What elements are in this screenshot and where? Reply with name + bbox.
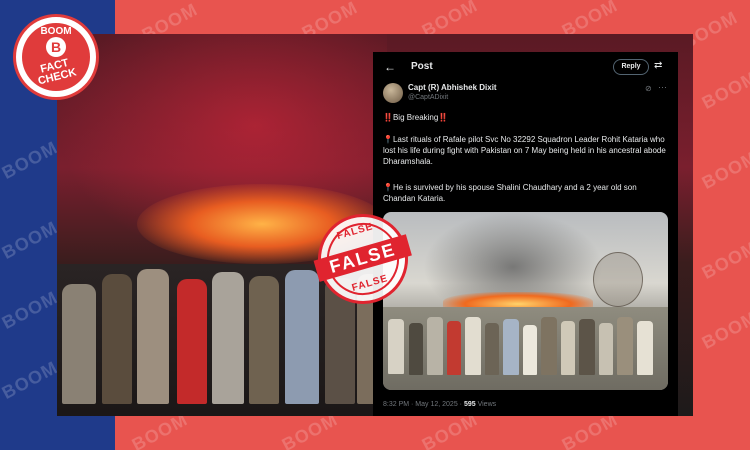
tree-image bbox=[593, 252, 643, 307]
tweet-paragraph-2: 📍Last rituals of Rafale pilot Svc No 322… bbox=[383, 135, 666, 166]
logo-fact-check-text: FACT CHECK bbox=[36, 56, 78, 88]
person-figure bbox=[485, 323, 499, 375]
tweet-paragraph-3: 📍He is survived by his spouse Shalini Ch… bbox=[383, 183, 637, 203]
logo-letter: B bbox=[46, 37, 66, 57]
tweet-header: ← Post Reply ⇄ bbox=[373, 52, 678, 82]
more-options-icon[interactable]: ··· bbox=[658, 82, 667, 92]
person-figure bbox=[388, 319, 404, 374]
tweet-meta: 8:32 PM · May 12, 2025 · 595 Views bbox=[383, 401, 496, 408]
page-title: Post bbox=[411, 61, 433, 72]
grok-icon[interactable]: ⊘ bbox=[645, 84, 652, 93]
avatar[interactable] bbox=[383, 83, 403, 103]
person-figure bbox=[503, 319, 519, 375]
person-figure bbox=[285, 270, 319, 404]
pin-icon: 📍 bbox=[383, 183, 393, 192]
boom-fact-check-logo: BOOM B FACT CHECK bbox=[13, 14, 99, 100]
settings-icon[interactable]: ⇄ bbox=[654, 60, 662, 71]
person-figure bbox=[523, 325, 537, 375]
person-figure bbox=[137, 269, 169, 404]
person-figure bbox=[579, 319, 595, 375]
person-figure bbox=[212, 272, 244, 404]
person-figure bbox=[561, 321, 575, 375]
ground-image bbox=[383, 307, 668, 390]
person-figure bbox=[409, 323, 423, 375]
person-figure bbox=[465, 317, 481, 375]
reply-button[interactable]: Reply bbox=[613, 59, 649, 75]
double-exclamation-icon: ‼️ bbox=[383, 113, 393, 122]
views-count[interactable]: 595 bbox=[464, 401, 476, 408]
double-exclamation-icon: ‼️ bbox=[438, 113, 449, 122]
views-label: Views bbox=[477, 401, 497, 408]
pin-icon: 📍 bbox=[383, 135, 393, 144]
tweet-card: ← Post Reply ⇄ Capt (R) Abhishek Dixit @… bbox=[373, 52, 678, 416]
person-figure bbox=[447, 321, 461, 375]
person-figure bbox=[102, 274, 132, 404]
person-figure bbox=[541, 317, 557, 375]
logo-brand-text: BOOM bbox=[40, 26, 72, 37]
person-figure bbox=[249, 276, 279, 404]
person-figure bbox=[62, 284, 96, 404]
author-name[interactable]: Capt (R) Abhishek Dixit bbox=[408, 83, 497, 92]
person-figure bbox=[637, 321, 653, 375]
person-figure bbox=[617, 317, 633, 375]
person-figure bbox=[427, 317, 443, 375]
tweet-media-image[interactable] bbox=[383, 212, 668, 390]
person-figure bbox=[599, 323, 613, 375]
timestamp[interactable]: 8:32 PM · May 12, 2025 · bbox=[383, 401, 462, 408]
arrow-left-icon[interactable]: ← bbox=[384, 60, 396, 74]
author-handle[interactable]: @CaptADixit bbox=[408, 94, 448, 101]
person-figure bbox=[177, 279, 207, 404]
logo-badge: BOOM B FACT CHECK bbox=[22, 23, 90, 91]
tweet-paragraph-1: ‼️Big Breaking‼️ bbox=[383, 113, 449, 122]
